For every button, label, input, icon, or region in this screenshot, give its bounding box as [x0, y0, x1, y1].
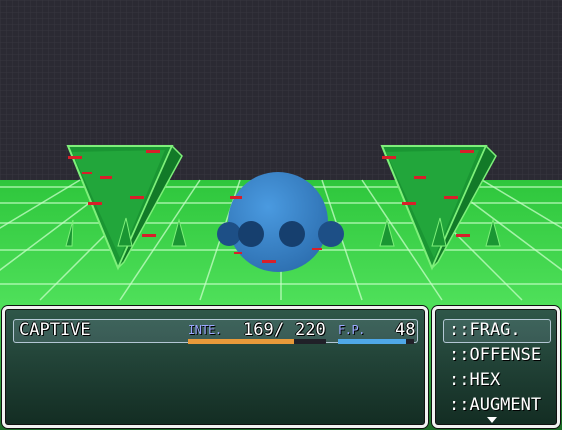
hp-separator: / [274, 320, 285, 340]
command-augment[interactable]: ::AUGMENT [449, 395, 541, 415]
hp-max: 220 [295, 320, 326, 340]
down-arrow-icon[interactable] [487, 417, 497, 423]
fp-label: F.P. [338, 323, 365, 337]
actor-name: CAPTIVE [19, 320, 91, 340]
hp-label: INTE. [188, 323, 222, 337]
command-offense[interactable]: ::OFFENSE [449, 345, 541, 365]
status-window: CAPTIVE INTE. 169 / 220 F.P. 48 [2, 306, 428, 428]
fp-value: 48 [395, 320, 416, 340]
command-frag[interactable]: ::FRAG. [449, 320, 521, 340]
hp-current: 169 [243, 320, 274, 340]
command-window: ::FRAG. ::OFFENSE ::HEX ::AUGMENT [432, 306, 560, 428]
command-hex[interactable]: ::HEX [449, 370, 500, 390]
